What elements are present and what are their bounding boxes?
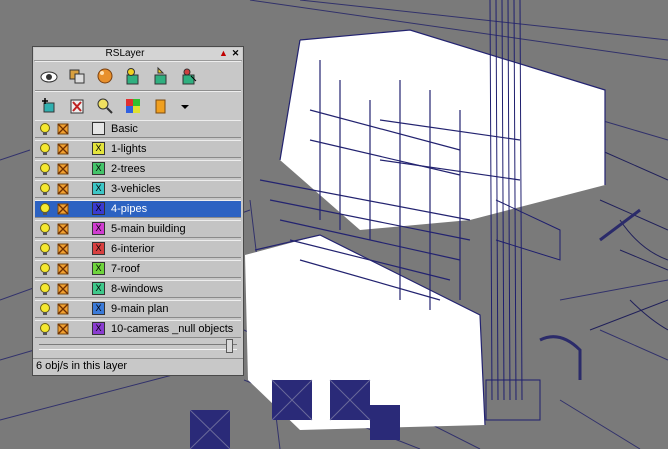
lightbulb-icon[interactable] — [38, 162, 52, 176]
panel-titlebar[interactable]: RSLayer ▲ ✕ — [34, 48, 242, 61]
freeze-icon[interactable] — [56, 182, 70, 196]
layer-row[interactable]: X 3-vehicles — [35, 180, 241, 198]
panel-title: RSLayer — [105, 48, 145, 59]
layer-name: 6-interior — [111, 243, 155, 255]
layer-color-swatch[interactable]: X — [92, 242, 105, 255]
layer-row[interactable]: X 4-pipes — [35, 200, 241, 218]
freeze-icon[interactable] — [56, 122, 70, 136]
layer-name: 2-trees — [111, 163, 146, 175]
freeze-icon[interactable] — [56, 222, 70, 236]
layer-color-swatch[interactable]: X — [92, 182, 105, 195]
sphere-icon[interactable] — [95, 66, 115, 86]
layer-name: 9-main plan — [111, 303, 169, 315]
layer-color-swatch[interactable]: X — [92, 162, 105, 175]
layer-color-swatch[interactable]: X — [92, 322, 105, 335]
layer-name: 8-windows — [111, 283, 163, 295]
toolbar-top — [35, 61, 241, 91]
minimize-icon[interactable]: ▲ — [218, 48, 229, 59]
lightbulb-icon[interactable] — [38, 322, 52, 336]
lightbulb-icon[interactable] — [38, 302, 52, 316]
freeze-icon[interactable] — [56, 202, 70, 216]
lightbulb-icon[interactable] — [38, 262, 52, 276]
status-text: 6 obj/s in this layer — [36, 360, 128, 372]
layer-color-swatch[interactable]: X — [92, 302, 105, 315]
freeze-icon[interactable] — [56, 282, 70, 296]
layer-name: 10-cameras _null objects — [111, 323, 234, 335]
find-icon[interactable] — [95, 96, 115, 116]
layer-color-swatch[interactable]: X — [92, 142, 105, 155]
layer-name: 7-roof — [111, 263, 140, 275]
layer-row[interactable]: X 9-main plan — [35, 300, 241, 318]
color-palette-icon[interactable] — [123, 96, 143, 116]
freeze-icon[interactable] — [56, 162, 70, 176]
layer-row[interactable]: X 5-main building — [35, 220, 241, 238]
layer-color-swatch[interactable]: X — [92, 222, 105, 235]
select-layer-icon[interactable] — [179, 66, 199, 86]
eye-icon[interactable] — [39, 66, 59, 86]
rslayer-panel: RSLayer ▲ ✕ Basic X 1-lights X 2-trees X… — [32, 46, 244, 376]
lightbulb-icon[interactable] — [38, 182, 52, 196]
layer-stack-icon[interactable] — [67, 66, 87, 86]
lightbulb-icon[interactable] — [38, 242, 52, 256]
delete-layer-icon[interactable] — [67, 96, 87, 116]
lightbulb-icon[interactable] — [38, 122, 52, 136]
add-object-icon[interactable] — [39, 96, 59, 116]
layer-color-swatch[interactable]: X — [92, 282, 105, 295]
layer-name: 3-vehicles — [111, 183, 161, 195]
new-layer-icon[interactable] — [123, 66, 143, 86]
layer-color-swatch[interactable]: X — [92, 262, 105, 275]
freeze-icon[interactable] — [56, 262, 70, 276]
layer-slider-track[interactable] — [39, 344, 237, 350]
layer-color-swatch[interactable]: X — [92, 202, 105, 215]
lightbulb-icon[interactable] — [38, 142, 52, 156]
layer-row[interactable]: Basic — [35, 120, 241, 138]
freeze-icon[interactable] — [56, 242, 70, 256]
layer-row[interactable]: X 8-windows — [35, 280, 241, 298]
layer-slider-thumb[interactable] — [226, 339, 234, 353]
toolbar-second — [35, 91, 241, 121]
layer-name: 1-lights — [111, 143, 147, 155]
lightbulb-icon[interactable] — [38, 282, 52, 296]
lightbulb-icon[interactable] — [38, 222, 52, 236]
layer-list: Basic X 1-lights X 2-trees X 3-vehicles X 4-pipe… — [35, 120, 241, 340]
freeze-icon[interactable] — [56, 302, 70, 316]
lightbulb-icon[interactable] — [38, 202, 52, 216]
freeze-icon[interactable] — [56, 322, 70, 336]
layer-row[interactable]: X 1-lights — [35, 140, 241, 158]
dropdown-arrow-icon[interactable] — [175, 96, 189, 116]
layer-name: 5-main building — [111, 223, 186, 235]
freeze-icon[interactable] — [56, 142, 70, 156]
layer-options-icon[interactable] — [151, 96, 171, 116]
layer-color-swatch[interactable] — [92, 122, 105, 135]
layer-row[interactable]: X 10-cameras _null objects — [35, 320, 241, 338]
close-icon[interactable]: ✕ — [230, 48, 241, 59]
layer-row[interactable]: X 6-interior — [35, 240, 241, 258]
layer-row[interactable]: X 2-trees — [35, 160, 241, 178]
layer-name: Basic — [111, 123, 138, 135]
layer-name: 4-pipes — [111, 203, 148, 215]
layer-row[interactable]: X 7-roof — [35, 260, 241, 278]
status-bar: 6 obj/s in this layer — [33, 358, 243, 375]
add-to-layer-icon[interactable] — [151, 66, 171, 86]
